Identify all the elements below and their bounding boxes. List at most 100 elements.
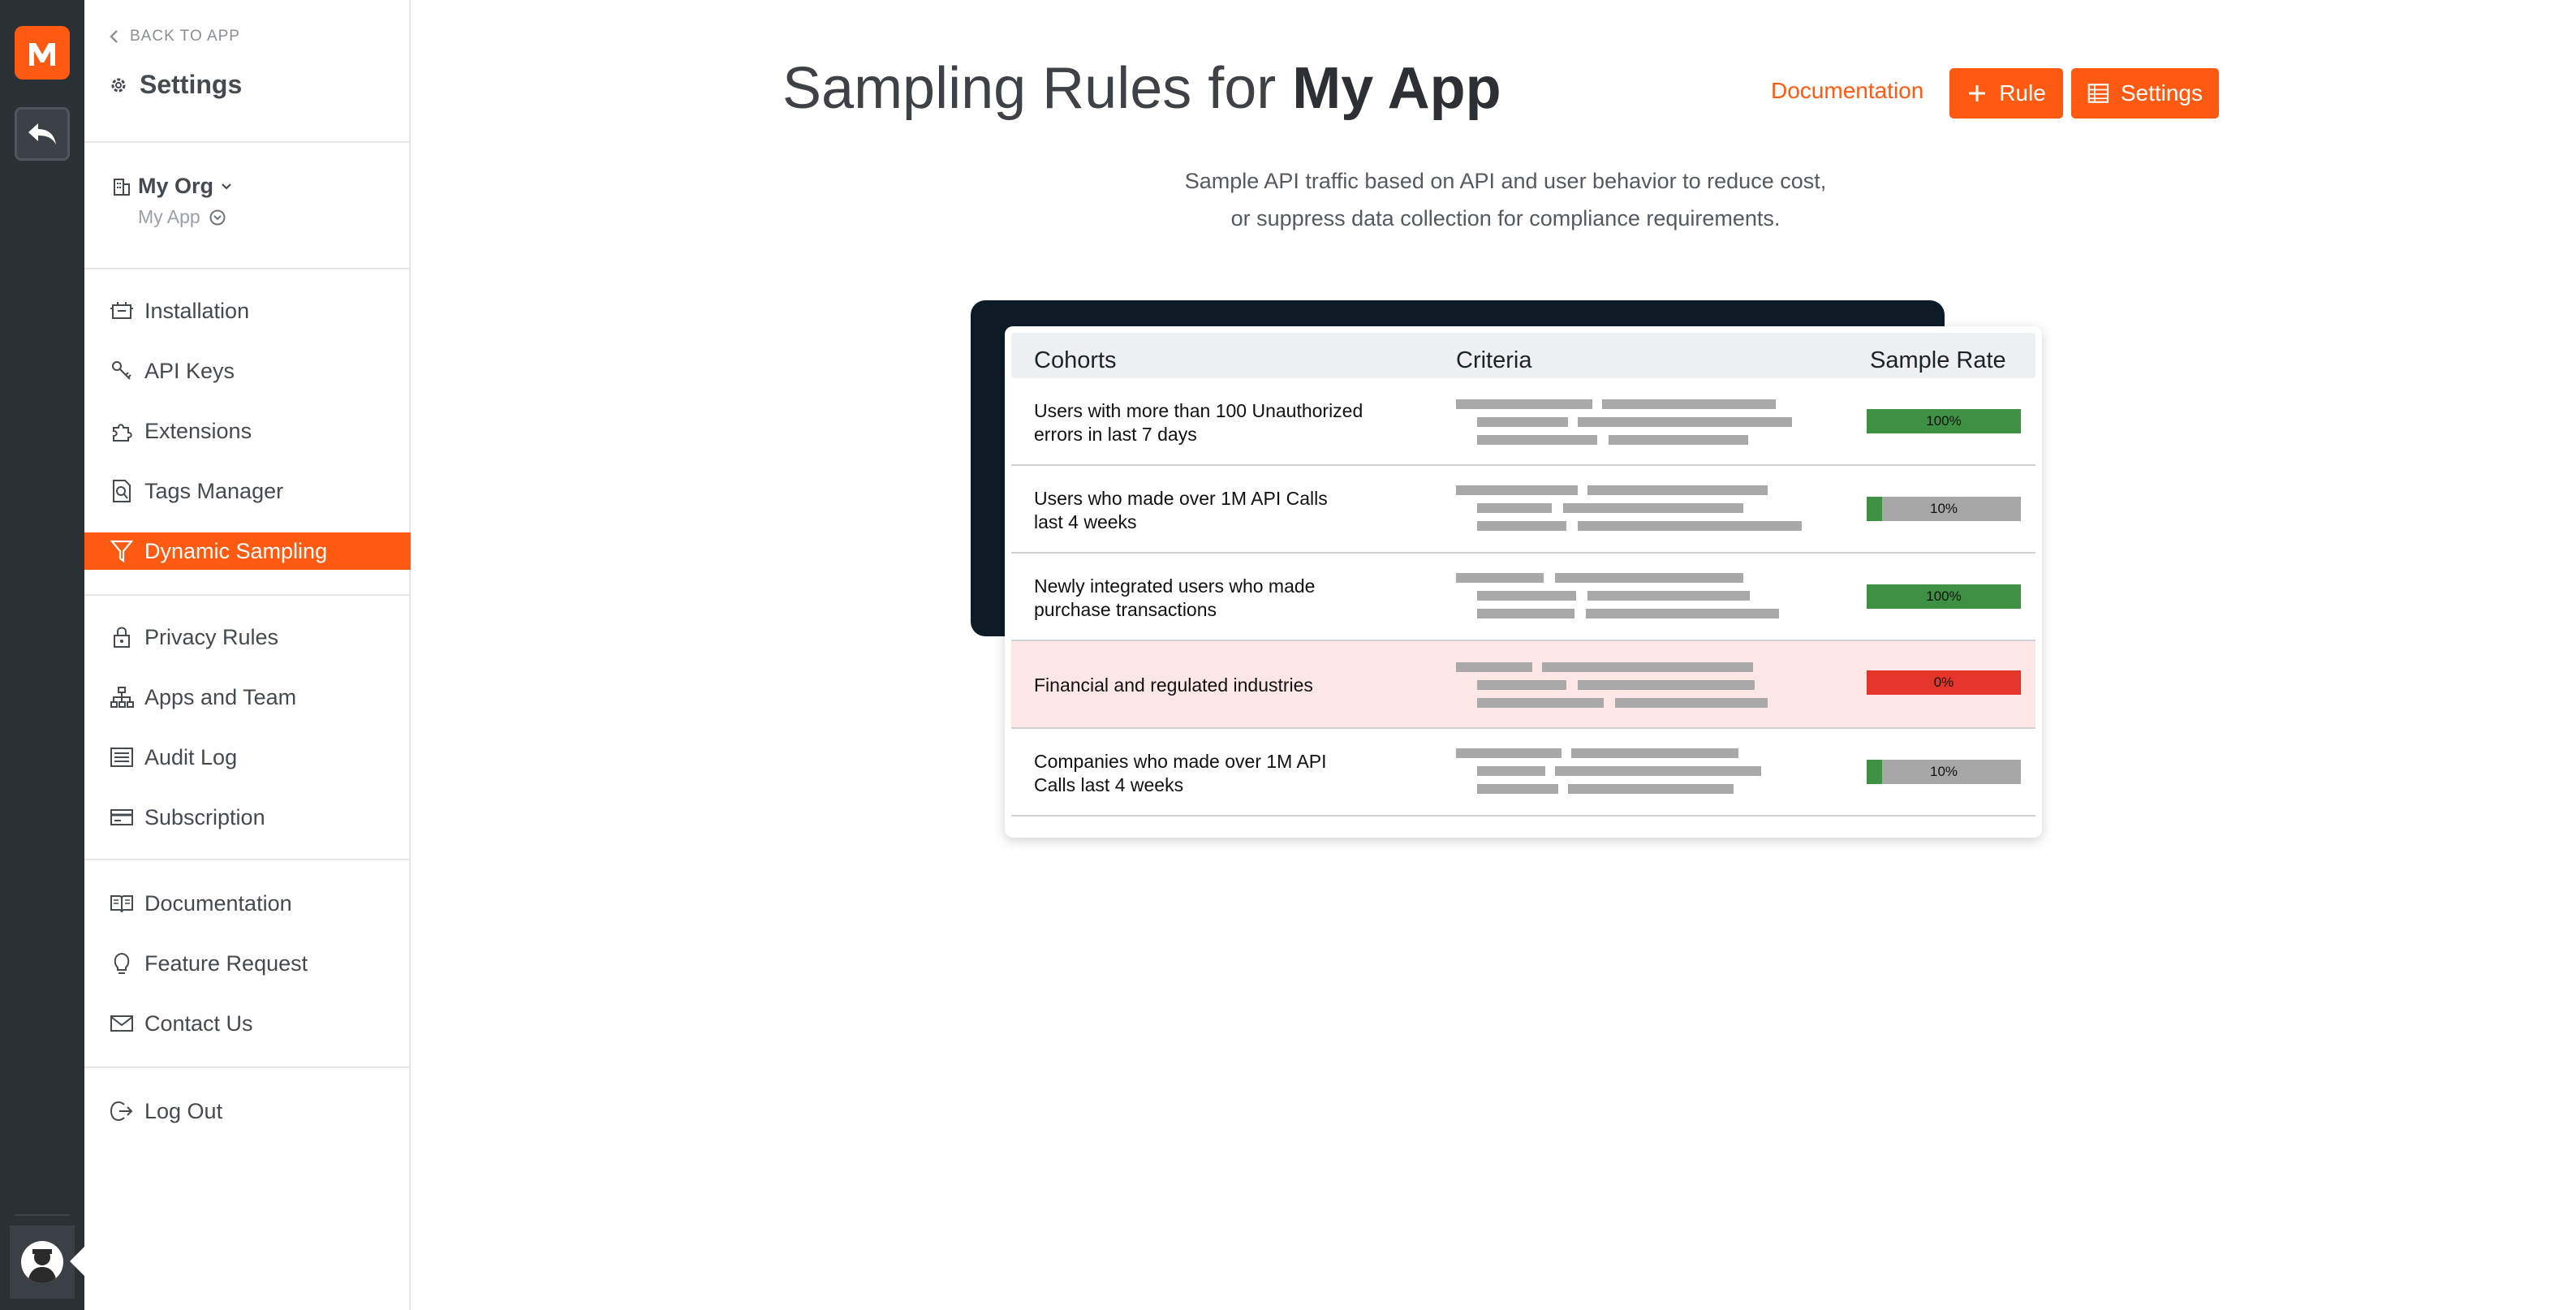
criteria-placeholder-bar (1578, 680, 1755, 690)
chevron-left-icon (110, 30, 118, 43)
cohort-cell: Companies who made over 1M API Calls las… (1034, 750, 1424, 797)
sidebar-item-tags-manager[interactable]: Tags Manager (84, 472, 411, 510)
app-switcher[interactable]: My App (138, 206, 226, 228)
sampling-settings-button[interactable]: Settings (2071, 68, 2219, 119)
key-icon (109, 358, 135, 384)
page-title-app: My App (1292, 56, 1501, 121)
criteria-placeholder-bar (1477, 503, 1552, 513)
sidebar-item-label: Feature Request (144, 950, 308, 976)
cohort-text: purchase transactions (1034, 599, 1217, 620)
sample-rate-label: 0% (1933, 674, 1954, 690)
cohort-text: errors in last 7 days (1034, 424, 1197, 445)
sample-rate-bar: 10% (1867, 497, 2021, 521)
settings-sidebar: BACK TO APP Settings My Org My App Insta… (84, 0, 411, 1310)
add-rule-button[interactable]: Rule (1949, 68, 2063, 119)
lightbulb-icon (109, 950, 135, 976)
sidebar-item-dynamic-sampling[interactable]: Dynamic Sampling (84, 532, 411, 570)
criteria-placeholder-bar (1542, 662, 1753, 672)
building-icon (114, 178, 130, 196)
criteria-placeholder-bar (1477, 521, 1566, 531)
sidebar-item-subscription[interactable]: Subscription (84, 799, 411, 836)
criteria-placeholder-bar (1456, 573, 1544, 583)
sidebar-item-label: Documentation (144, 890, 292, 916)
back-arrow-button[interactable] (15, 107, 70, 161)
criteria-placeholder-bar (1587, 591, 1750, 601)
reply-arrow-icon (28, 123, 56, 144)
user-avatar-button[interactable] (10, 1226, 75, 1299)
sidebar-item-installation[interactable]: Installation (84, 292, 411, 330)
back-to-app-link[interactable]: BACK TO APP (109, 28, 240, 45)
sidebar-divider (84, 594, 411, 596)
book-icon (109, 890, 135, 916)
table-settings-icon (2087, 84, 2109, 103)
criteria-placeholder-bar (1477, 698, 1604, 708)
sidebar-divider (84, 1067, 411, 1068)
lock-icon (109, 624, 135, 650)
description-line: or suppress data collection for complian… (1230, 206, 1781, 231)
sidebar-item-label: Extensions (144, 418, 252, 443)
criteria-placeholder-bar (1586, 609, 1779, 618)
table-header: Cohorts Criteria Sample Rate (1011, 333, 2035, 378)
sample-rate-label: 10% (1929, 764, 1958, 779)
filter-icon (109, 538, 135, 564)
sidebar-item-apps-and-team[interactable]: Apps and Team (84, 679, 411, 716)
criteria-placeholder-bar (1578, 417, 1792, 427)
cohort-text: last 4 weeks (1034, 511, 1137, 532)
sidebar-item-label: Installation (144, 298, 250, 323)
sidebar-item-label: Log Out (144, 1098, 223, 1123)
sidebar-item-extensions[interactable]: Extensions (84, 412, 411, 450)
avatar (21, 1241, 63, 1283)
column-header-sample-rate: Sample Rate (1870, 347, 2006, 373)
cohort-cell: Users with more than 100 Unauthorized er… (1034, 399, 1424, 446)
app-rail (0, 0, 86, 1310)
plus-icon (1969, 85, 1986, 101)
sample-rate-bar: 0% (1867, 670, 2021, 695)
sidebar-item-label: Tags Manager (144, 478, 284, 503)
sidebar-item-contact-us[interactable]: Contact Us (84, 1005, 411, 1042)
criteria-placeholder-bar (1555, 766, 1761, 776)
documentation-link[interactable]: Documentation (1771, 78, 1923, 104)
criteria-placeholder-bar (1477, 766, 1545, 776)
circle-chevron-down-icon (209, 209, 226, 225)
criteria-placeholder-bar (1568, 784, 1734, 794)
sidebar-item-api-keys[interactable]: API Keys (84, 352, 411, 390)
criteria-placeholder-bar (1477, 591, 1576, 601)
criteria-placeholder-bar (1587, 485, 1768, 495)
sidebar-item-privacy-rules[interactable]: Privacy Rules (84, 618, 411, 656)
criteria-placeholder-bar (1456, 485, 1578, 495)
criteria-placeholder-bar (1477, 680, 1566, 690)
table-row-highlighted: Financial and regulated industries 0% (1011, 641, 2035, 729)
sidebar-item-label: API Keys (144, 358, 235, 383)
add-rule-label: Rule (1999, 80, 2046, 106)
chevron-down-icon (222, 183, 231, 190)
criteria-placeholder-bar (1578, 521, 1802, 531)
sidebar-divider (84, 141, 411, 143)
logo-mark-icon (29, 43, 55, 66)
credit-card-icon (109, 804, 135, 830)
app-name: My App (138, 206, 200, 227)
cohort-cell: Financial and regulated industries (1034, 674, 1424, 697)
criteria-placeholder-bar (1477, 435, 1597, 445)
sidebar-item-label: Audit Log (144, 744, 238, 769)
sidebar-item-feature-request[interactable]: Feature Request (84, 945, 411, 982)
cohort-cell: Newly integrated users who made purchase… (1034, 575, 1424, 622)
criteria-placeholder-bar (1477, 417, 1568, 427)
org-chart-icon (109, 684, 135, 710)
criteria-placeholder-bar (1602, 399, 1776, 409)
sidebar-item-audit-log[interactable]: Audit Log (84, 739, 411, 776)
cohort-text: Newly integrated users who made (1034, 575, 1316, 597)
sidebar-item-log-out[interactable]: Log Out (84, 1092, 411, 1130)
criteria-placeholder-bar (1477, 784, 1558, 794)
sidebar-divider (84, 268, 411, 269)
cohort-text: Users who made over 1M API Calls (1034, 488, 1328, 509)
list-icon (109, 744, 135, 770)
page-title-prefix: Sampling Rules for (782, 56, 1293, 121)
moesif-logo[interactable] (15, 26, 70, 80)
cohort-text: Calls last 4 weeks (1034, 774, 1184, 795)
org-switcher[interactable]: My Org (112, 174, 233, 199)
sidebar-item-documentation[interactable]: Documentation (84, 885, 411, 922)
user-silhouette-icon (28, 1249, 57, 1283)
puzzle-icon (109, 418, 135, 444)
sidebar-item-label: Dynamic Sampling (144, 538, 328, 563)
org-name: My Org (138, 174, 214, 198)
